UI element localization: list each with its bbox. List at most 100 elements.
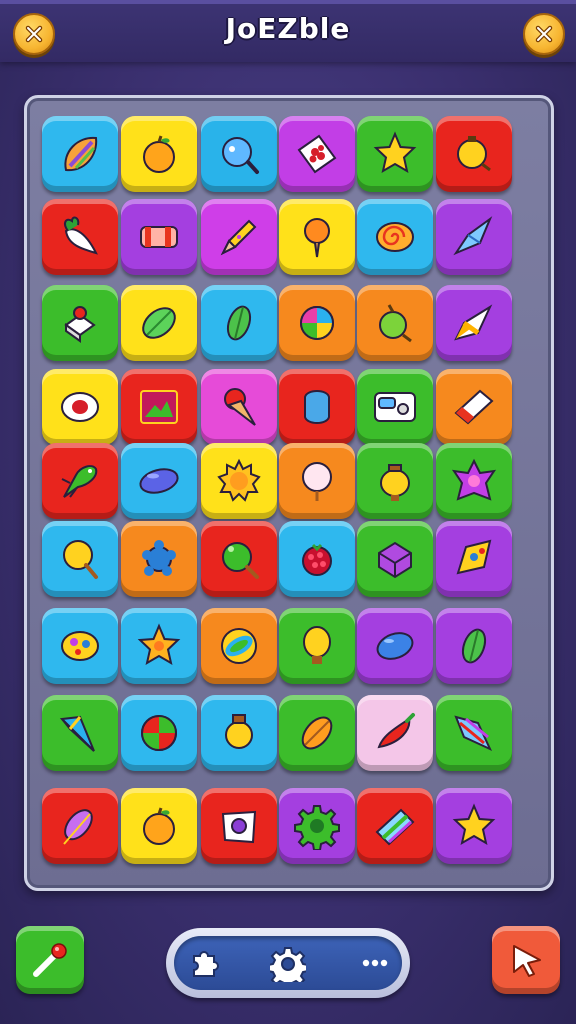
game-tile[interactable] xyxy=(201,521,277,597)
game-title: JoEZble xyxy=(225,12,351,45)
game-tile[interactable] xyxy=(201,199,277,275)
rainbow-bar-icon xyxy=(375,808,415,846)
blue-oval-icon xyxy=(139,468,179,494)
blue-gem-icon xyxy=(304,390,330,424)
game-tile[interactable] xyxy=(42,443,118,519)
game-tile[interactable] xyxy=(42,788,118,864)
game-tile[interactable] xyxy=(121,369,197,445)
game-tile[interactable] xyxy=(201,443,277,519)
game-tile[interactable] xyxy=(121,285,197,361)
game-tile[interactable] xyxy=(42,116,118,192)
bulb-icon xyxy=(303,626,331,664)
picture-icon xyxy=(140,390,178,424)
game-tile[interactable] xyxy=(279,443,355,519)
lizard-icon xyxy=(61,465,98,498)
game-tile[interactable] xyxy=(436,695,512,771)
cursor-button[interactable] xyxy=(492,926,560,994)
gear-icon[interactable] xyxy=(270,946,306,982)
game-tile[interactable] xyxy=(201,285,277,361)
more-dots-icon[interactable] xyxy=(358,946,392,980)
game-tile[interactable] xyxy=(279,116,355,192)
game-tile[interactable] xyxy=(436,521,512,597)
magic-wand-button[interactable] xyxy=(16,926,84,994)
yellow-ball-icon xyxy=(457,136,491,172)
game-tile[interactable] xyxy=(201,369,277,445)
magic-wand-icon xyxy=(33,943,67,977)
purple-leaf-icon xyxy=(63,809,93,845)
marble-icon xyxy=(221,628,257,664)
game-tile[interactable] xyxy=(357,608,433,684)
game-tile[interactable] xyxy=(42,285,118,361)
game-tile[interactable] xyxy=(279,369,355,445)
game-tile[interactable] xyxy=(121,443,197,519)
game-tile[interactable] xyxy=(201,695,277,771)
chili-pepper-icon xyxy=(377,713,415,749)
green-leaf-icon xyxy=(226,305,252,341)
orange-fruit-icon xyxy=(143,135,175,173)
game-tile[interactable] xyxy=(357,788,433,864)
orange-star-icon xyxy=(137,623,181,666)
orange-fruit-icon xyxy=(143,807,175,845)
blue-flower-icon xyxy=(142,540,176,576)
green-apple-icon xyxy=(379,304,412,343)
rocket-icon xyxy=(454,304,493,341)
game-tile[interactable] xyxy=(436,199,512,275)
game-tile[interactable] xyxy=(279,199,355,275)
ice-cream-icon xyxy=(304,218,330,258)
yellow-lollipop-icon xyxy=(63,540,98,579)
red-dots-card-icon xyxy=(297,134,337,174)
envelope-icon xyxy=(221,810,257,844)
game-tile[interactable] xyxy=(436,285,512,361)
striped-leaf-icon xyxy=(64,136,98,172)
game-tile[interactable] xyxy=(121,788,197,864)
game-tile[interactable] xyxy=(121,199,197,275)
machine-icon xyxy=(374,392,416,422)
game-tile[interactable] xyxy=(357,369,433,445)
game-tile[interactable] xyxy=(436,116,512,192)
game-tile[interactable] xyxy=(279,285,355,361)
game-tile[interactable] xyxy=(121,608,197,684)
game-tile[interactable] xyxy=(201,788,277,864)
game-board xyxy=(24,95,554,891)
game-tile[interactable] xyxy=(436,788,512,864)
radish-icon xyxy=(64,216,98,255)
game-tile[interactable] xyxy=(357,199,433,275)
beach-ball-icon xyxy=(300,306,334,340)
game-tile[interactable] xyxy=(121,521,197,597)
game-tile[interactable] xyxy=(42,695,118,771)
game-tile[interactable] xyxy=(357,695,433,771)
game-tile[interactable] xyxy=(201,116,277,192)
rainbow-crystal-icon xyxy=(454,715,493,752)
star-icon xyxy=(373,131,417,174)
game-tile[interactable] xyxy=(357,116,433,192)
game-tile[interactable] xyxy=(436,369,512,445)
game-tile[interactable] xyxy=(42,521,118,597)
game-tile[interactable] xyxy=(42,369,118,445)
game-tile[interactable] xyxy=(42,608,118,684)
game-tile[interactable] xyxy=(279,695,355,771)
green-lollipop-icon xyxy=(222,542,259,579)
purple-star-icon xyxy=(451,458,497,501)
game-tile[interactable] xyxy=(121,116,197,192)
close-button-right[interactable] xyxy=(523,13,565,55)
crystal-icon xyxy=(453,216,493,256)
game-tile[interactable] xyxy=(436,443,512,519)
game-tile[interactable] xyxy=(357,443,433,519)
game-tile[interactable] xyxy=(279,788,355,864)
game-tile[interactable] xyxy=(201,608,277,684)
ornament-icon xyxy=(141,715,177,751)
game-tile[interactable] xyxy=(279,521,355,597)
game-tile[interactable] xyxy=(42,199,118,275)
star-icon xyxy=(452,803,496,846)
purple-cube-icon xyxy=(378,541,412,579)
game-tile[interactable] xyxy=(357,521,433,597)
egg-icon xyxy=(61,392,99,422)
game-tile[interactable] xyxy=(357,285,433,361)
arrow-cursor-icon xyxy=(513,945,541,977)
game-tile[interactable] xyxy=(121,695,197,771)
tile-grid xyxy=(27,98,551,888)
puzzle-icon[interactable] xyxy=(188,946,222,980)
game-tile[interactable] xyxy=(436,608,512,684)
rainbow-cone-icon xyxy=(59,715,95,752)
game-tile[interactable] xyxy=(279,608,355,684)
